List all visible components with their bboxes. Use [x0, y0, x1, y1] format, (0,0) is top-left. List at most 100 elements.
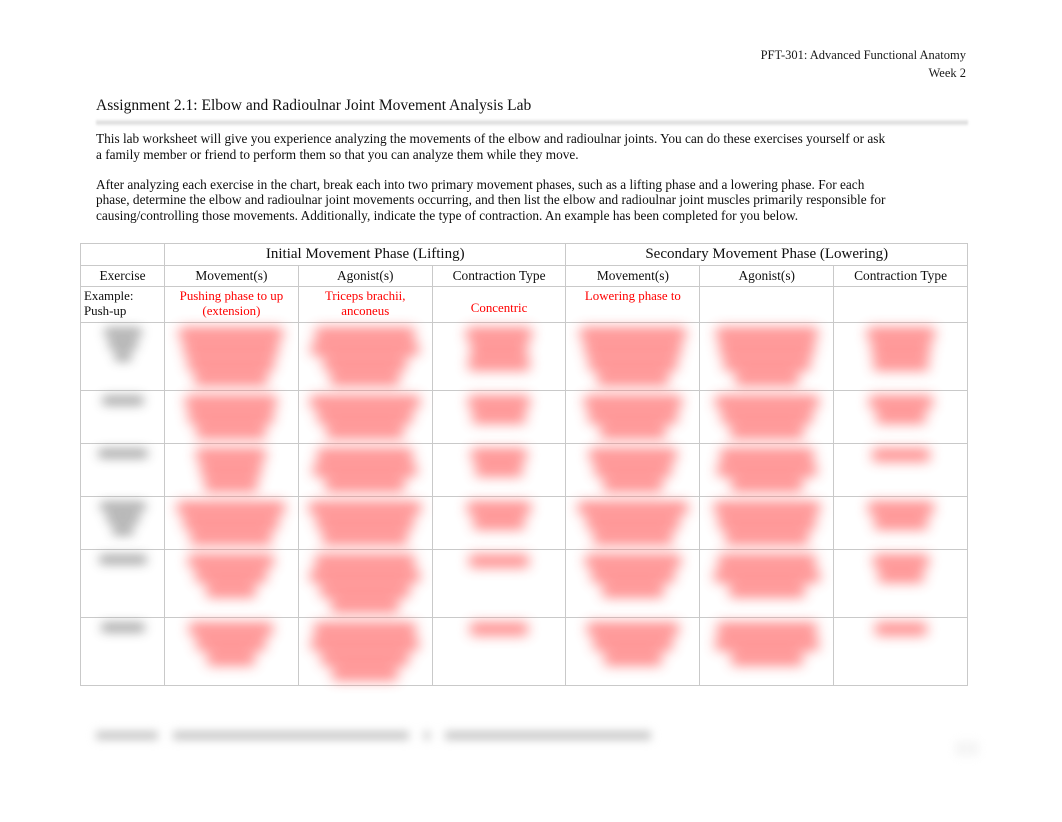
redacted-text — [837, 554, 964, 582]
example-contraction-initial[interactable]: Concentric — [431, 286, 567, 323]
header-week-line: Week 2 — [928, 66, 966, 81]
agonist-initial-cell[interactable] — [297, 389, 433, 444]
redacted-text — [84, 327, 161, 361]
exercise-cell — [80, 548, 165, 618]
agonist-secondary-cell[interactable] — [699, 442, 835, 497]
redacted-text — [436, 395, 563, 423]
footer-segment — [445, 730, 651, 740]
redacted-text — [84, 448, 161, 458]
example-agonist-initial[interactable]: Triceps brachii, anconeus — [297, 286, 433, 323]
exercise-cell — [80, 321, 165, 391]
agonist-secondary-cell[interactable] — [699, 495, 835, 550]
table-row-example: Example: Push-up Pushing phase to up (ex… — [80, 286, 968, 323]
redacted-text — [569, 327, 696, 385]
movement-secondary-cell[interactable] — [565, 495, 701, 550]
column-header-movements-initial: Movement(s) — [164, 265, 299, 287]
agonist-secondary-cell[interactable] — [699, 321, 835, 391]
redacted-text — [168, 622, 295, 665]
movement-analysis-table: Initial Movement Phase (Lifting) Seconda… — [80, 243, 968, 686]
exercise-cell — [80, 616, 165, 686]
contraction-initial-cell[interactable] — [431, 495, 567, 550]
table-row — [80, 389, 968, 444]
title-divider — [96, 119, 968, 127]
redacted-text — [436, 622, 563, 635]
redacted-text — [703, 554, 830, 597]
agonist-initial-cell[interactable] — [297, 442, 433, 497]
redacted-text — [84, 395, 161, 405]
movement-initial-cell[interactable] — [164, 442, 299, 497]
footer-segment — [424, 730, 430, 740]
footer-segment — [173, 730, 409, 740]
redacted-text — [84, 501, 161, 535]
redacted-text — [837, 622, 964, 635]
table-corner-cell — [80, 243, 165, 266]
table-row-phase-headers: Initial Movement Phase (Lifting) Seconda… — [80, 243, 968, 266]
column-header-agonists-secondary: Agonist(s) — [699, 265, 835, 287]
contraction-secondary-cell[interactable] — [833, 321, 968, 391]
redacted-text — [703, 622, 830, 665]
agonist-initial-cell[interactable] — [297, 616, 433, 686]
redacted-text — [168, 327, 295, 385]
redacted-text — [168, 554, 295, 597]
example-movement-secondary[interactable]: Lowering phase to — [565, 286, 701, 323]
movement-initial-cell[interactable] — [164, 321, 299, 391]
redacted-text — [302, 622, 429, 680]
page-number-badge — [955, 741, 979, 756]
contraction-initial-cell[interactable] — [431, 389, 567, 444]
contraction-initial-cell[interactable] — [431, 442, 567, 497]
agonist-initial-cell[interactable] — [297, 495, 433, 550]
redacted-text — [703, 501, 830, 544]
redacted-text — [302, 327, 429, 385]
redacted-text — [569, 622, 696, 665]
instructions-body: This lab worksheet will give you experie… — [96, 131, 886, 238]
example-agonist-secondary[interactable] — [699, 286, 835, 323]
redacted-text — [168, 395, 295, 438]
redacted-text — [703, 448, 830, 491]
movement-secondary-cell[interactable] — [565, 321, 701, 391]
movement-secondary-cell[interactable] — [565, 442, 701, 497]
redacted-text — [436, 448, 563, 476]
redacted-text — [837, 501, 964, 529]
example-exercise-name: Push-up — [84, 303, 127, 318]
redacted-text — [436, 327, 563, 370]
exercise-cell — [80, 495, 165, 550]
movement-initial-cell[interactable] — [164, 616, 299, 686]
contraction-secondary-cell[interactable] — [833, 548, 968, 618]
column-header-contraction-secondary: Contraction Type — [833, 265, 968, 287]
redacted-text — [703, 395, 830, 438]
contraction-secondary-cell[interactable] — [833, 616, 968, 686]
redacted-text — [302, 554, 429, 612]
redacted-text — [302, 501, 429, 544]
table-row — [80, 616, 968, 686]
table-row — [80, 442, 968, 497]
movement-secondary-cell[interactable] — [565, 548, 701, 618]
instructions-paragraph-1: This lab worksheet will give you experie… — [96, 131, 886, 162]
movement-secondary-cell[interactable] — [565, 616, 701, 686]
contraction-secondary-cell[interactable] — [833, 389, 968, 444]
contraction-initial-cell[interactable] — [431, 321, 567, 391]
instructions-paragraph-2: After analyzing each exercise in the cha… — [96, 176, 886, 224]
contraction-secondary-cell[interactable] — [833, 495, 968, 550]
agonist-secondary-cell[interactable] — [699, 616, 835, 686]
movement-initial-cell[interactable] — [164, 495, 299, 550]
redacted-text — [168, 501, 295, 544]
agonist-initial-cell[interactable] — [297, 548, 433, 618]
phase-header-secondary: Secondary Movement Phase (Lowering) — [565, 243, 968, 266]
table-row — [80, 321, 968, 391]
contraction-secondary-cell[interactable] — [833, 442, 968, 497]
page-title: Assignment 2.1: Elbow and Radioulnar Joi… — [96, 97, 532, 114]
redacted-text — [569, 395, 696, 438]
movement-initial-cell[interactable] — [164, 389, 299, 444]
table-row-column-headers: Exercise Movement(s) Agonist(s) Contract… — [80, 265, 968, 287]
movement-initial-cell[interactable] — [164, 548, 299, 618]
example-contraction-secondary[interactable] — [833, 286, 968, 323]
agonist-secondary-cell[interactable] — [699, 389, 835, 444]
contraction-initial-cell[interactable] — [431, 616, 567, 686]
column-header-contraction-initial: Contraction Type — [431, 265, 567, 287]
agonist-secondary-cell[interactable] — [699, 548, 835, 618]
movement-secondary-cell[interactable] — [565, 389, 701, 444]
title-block: Assignment 2.1: Elbow and Radioulnar Joi… — [96, 96, 968, 127]
example-movement-initial[interactable]: Pushing phase to up (extension) — [164, 286, 299, 323]
agonist-initial-cell[interactable] — [297, 321, 433, 391]
contraction-initial-cell[interactable] — [431, 548, 567, 618]
